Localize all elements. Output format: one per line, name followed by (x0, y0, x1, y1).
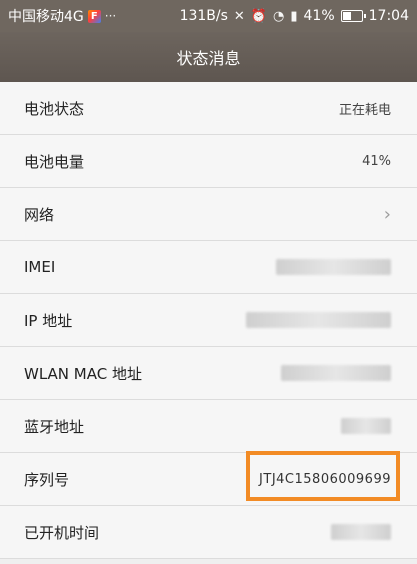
row-uptime: 已开机时间 (0, 506, 417, 559)
redacted-value (276, 259, 391, 275)
row-bluetooth-address: 蓝牙地址 (0, 400, 417, 453)
status-left: 中国移动4G F ··· (8, 6, 116, 26)
battery-percent: 41% (303, 8, 335, 24)
row-battery-level: 电池电量 41% (0, 135, 417, 188)
title-bar: 状态消息 (0, 32, 417, 82)
row-label: 序列号 (24, 470, 70, 489)
row-label: 电池状态 (24, 99, 85, 118)
row-label: 电池电量 (24, 152, 85, 171)
row-label: 蓝牙地址 (24, 417, 85, 436)
row-label: IMEI (24, 258, 56, 276)
mute-icon: ✕ (233, 8, 245, 24)
alarm-icon: ⏰ (250, 8, 268, 24)
row-value: 正在耗电 (338, 102, 391, 118)
clock: 17:04 (368, 8, 409, 24)
redacted-value (281, 365, 391, 381)
more-notifications-icon: ··· (104, 9, 117, 23)
app-notification-icon: F (87, 9, 101, 23)
status-bar: 中国移动4G F ··· 131B/s ✕ ⏰ ◔ ▮ 41% 17:04 (0, 0, 417, 32)
row-label: WLAN MAC 地址 (24, 364, 142, 383)
row-ip-address: IP 地址 (0, 294, 417, 347)
wifi-icon: ◔ (273, 8, 285, 24)
carrier-label: 中国移动4G (8, 9, 84, 25)
signal-4g-icon: ▮ (290, 8, 298, 24)
page-title: 状态消息 (176, 49, 241, 68)
row-wlan-mac: WLAN MAC 地址 (0, 347, 417, 400)
row-label: 已开机时间 (24, 523, 100, 542)
app-icon-letter: F (90, 10, 98, 22)
row-battery-status: 电池状态 正在耗电 (0, 82, 417, 135)
row-network[interactable]: 网络 › (0, 188, 417, 241)
status-right: 131B/s ✕ ⏰ ◔ ▮ 41% 17:04 (180, 8, 409, 24)
serial-number-value: JTJ4C15806009699 (259, 471, 391, 487)
battery-icon (340, 10, 366, 22)
chevron-right-icon: › (383, 203, 391, 225)
row-value: 41% (362, 153, 391, 169)
row-serial-number: 序列号 JTJ4C15806009699 (0, 453, 417, 506)
redacted-value (331, 524, 391, 540)
status-list: 电池状态 正在耗电 电池电量 41% 网络 › IMEI IP 地址 WLAN … (0, 82, 417, 559)
row-imei: IMEI (0, 241, 417, 294)
network-speed: 131B/s (179, 8, 228, 24)
redacted-value (246, 312, 391, 328)
row-label: IP 地址 (24, 311, 73, 330)
redacted-value (341, 418, 391, 434)
row-label: 网络 (24, 205, 55, 224)
